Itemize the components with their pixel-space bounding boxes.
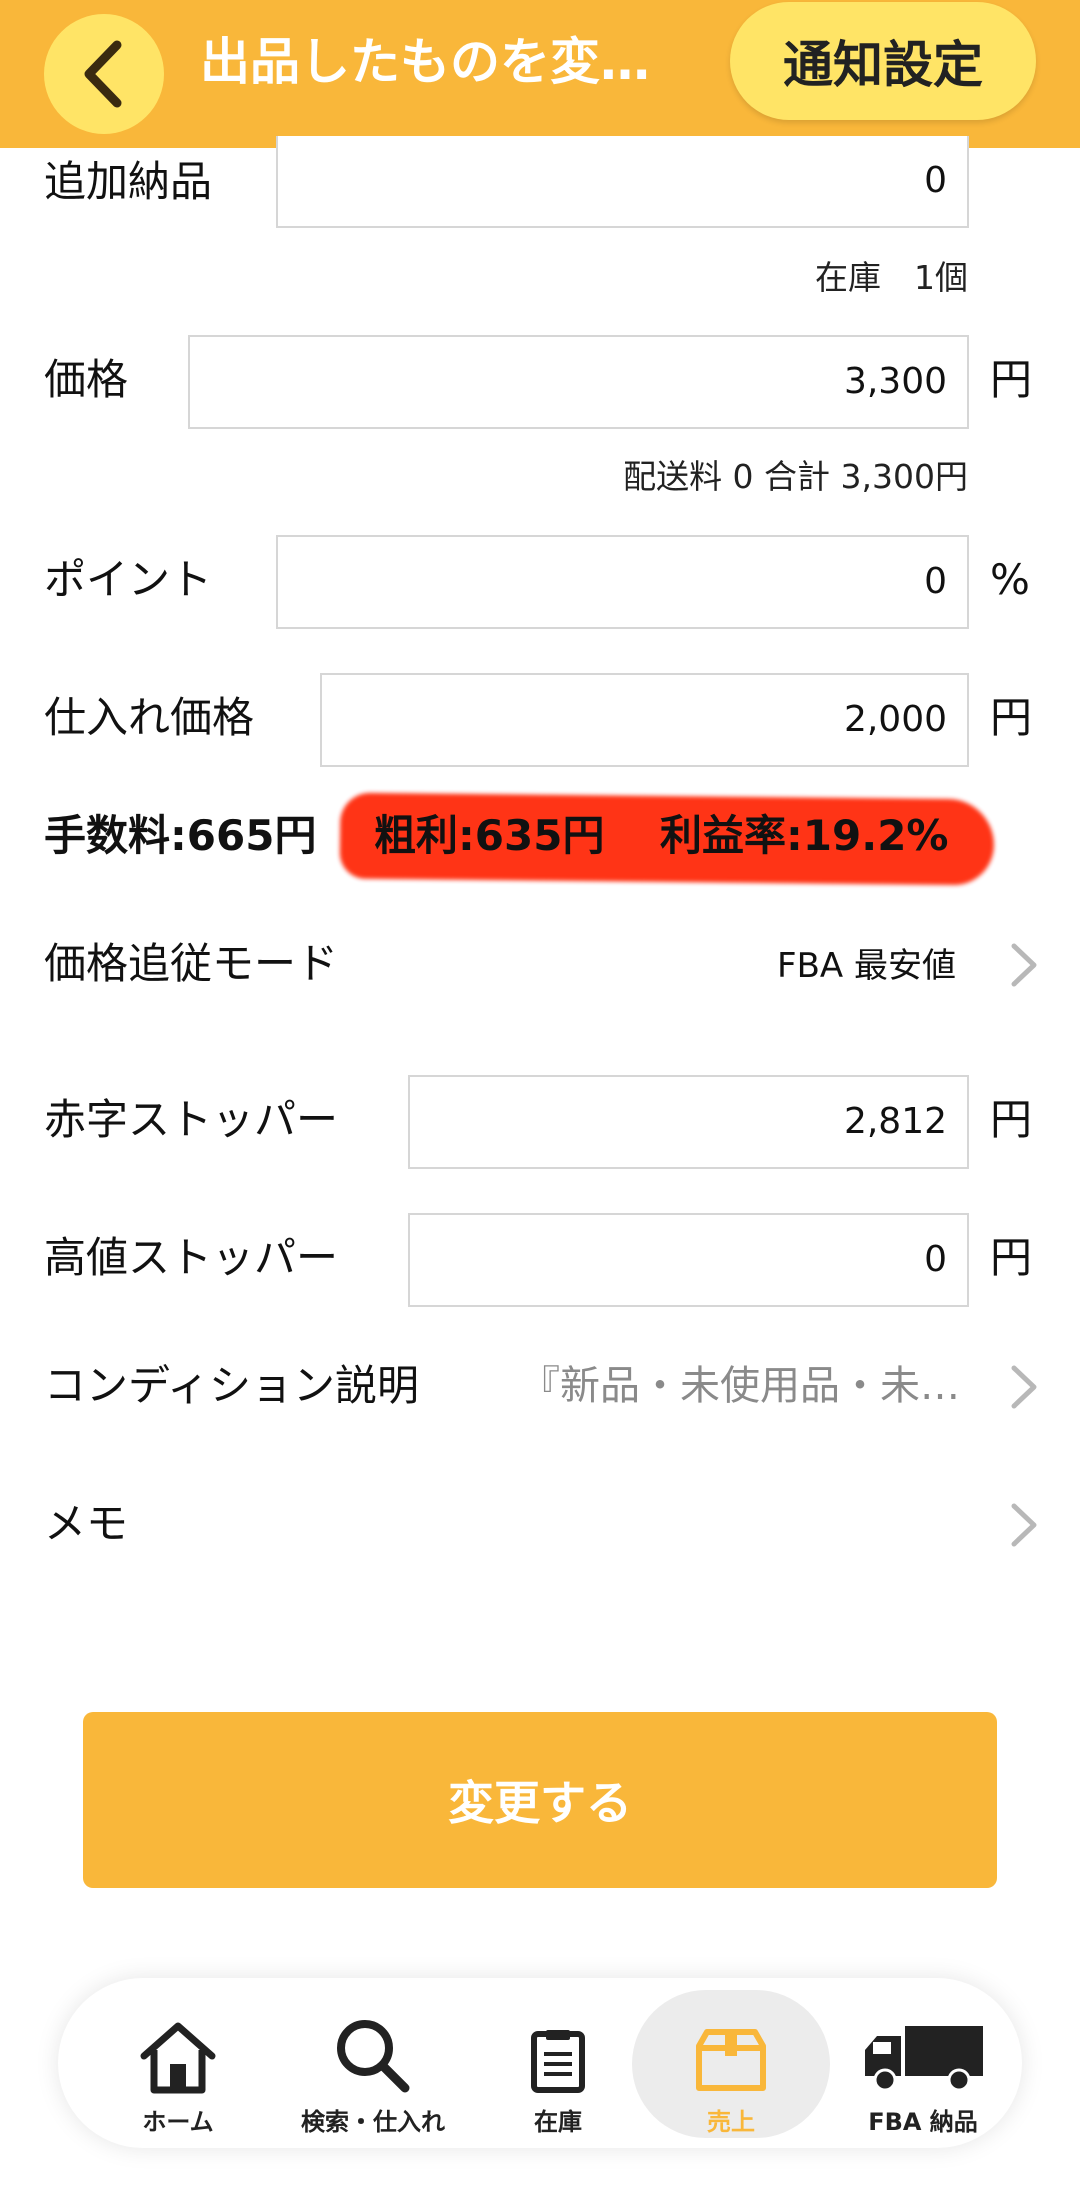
submit-change-button[interactable]: 変更する <box>83 1712 997 1888</box>
points-input[interactable]: 0 <box>276 535 969 629</box>
price-tracking-value: FBA 最安値 <box>777 946 956 986</box>
nav-fba-label: FBA 納品 <box>868 2108 978 2136</box>
price-input[interactable]: 3,300 <box>188 335 969 429</box>
condition-value: 『新品・未使用品・未… <box>520 1363 960 1409</box>
chevron-right-icon <box>1006 940 1040 990</box>
back-button[interactable] <box>44 14 164 134</box>
bottom-nav: ホーム 検索・仕入れ 在庫 売上 FBA 納品 <box>58 1978 1022 2148</box>
app-header: 出品したものを変… 通知設定 <box>0 0 1080 148</box>
purchase-price-input[interactable]: 2,000 <box>320 673 969 767</box>
nav-home[interactable]: ホーム <box>108 1978 248 2148</box>
purchase-price-unit: 円 <box>990 693 1033 742</box>
additional-delivery-input[interactable]: 0 <box>276 136 969 228</box>
page-title: 出品したものを変… <box>200 33 650 91</box>
box-icon <box>693 2008 769 2094</box>
loss-stopper-input[interactable]: 2,812 <box>408 1075 969 1169</box>
shipping-total-note: 配送料 0 合計 3,300円 <box>623 457 968 496</box>
purchase-price-label: 仕入れ価格 <box>44 693 255 742</box>
search-icon <box>333 2008 413 2094</box>
clipboard-icon <box>530 2008 586 2094</box>
nav-sales[interactable]: 売上 <box>632 1990 830 2138</box>
price-tracking-label: 価格追従モード <box>44 939 339 988</box>
high-stopper-label: 高値ストッパー <box>44 1233 339 1282</box>
profit-rate-text: 利益率:19.2% <box>660 811 949 860</box>
chevron-right-icon <box>1006 1500 1040 1550</box>
chevron-left-icon <box>84 40 122 108</box>
notification-settings-button[interactable]: 通知設定 <box>730 2 1036 120</box>
price-unit: 円 <box>990 355 1033 404</box>
loss-stopper-label: 赤字ストッパー <box>44 1095 339 1144</box>
nav-fba-delivery[interactable]: FBA 納品 <box>838 1978 1008 2148</box>
loss-stopper-unit: 円 <box>990 1095 1033 1144</box>
truck-icon <box>861 2008 985 2094</box>
home-icon <box>138 2008 218 2094</box>
high-stopper-unit: 円 <box>990 1233 1033 1282</box>
price-tracking-row[interactable]: 価格追従モード FBA 最安値 <box>0 930 1080 1000</box>
memo-label: メモ <box>44 1499 129 1548</box>
nav-home-label: ホーム <box>142 2108 214 2136</box>
chevron-right-icon <box>1006 1362 1040 1412</box>
high-stopper-input[interactable]: 0 <box>408 1213 969 1307</box>
points-unit: % <box>990 555 1030 604</box>
gross-profit-text: 粗利:635円 <box>374 811 605 860</box>
stock-count-note: 在庫 1個 <box>815 258 968 297</box>
fee-text: 手数料:665円 <box>44 811 317 860</box>
nav-stock[interactable]: 在庫 <box>498 1978 618 2148</box>
nav-search-label: 検索・仕入れ <box>301 2108 445 2136</box>
memo-row[interactable]: メモ <box>0 1490 1080 1560</box>
nav-stock-label: 在庫 <box>534 2108 582 2136</box>
nav-sales-label: 売上 <box>707 2108 755 2136</box>
price-label: 価格 <box>44 355 129 404</box>
condition-label: コンディション説明 <box>44 1361 420 1410</box>
condition-row[interactable]: コンディション説明 『新品・未使用品・未… <box>0 1352 1080 1422</box>
additional-delivery-label: 追加納品 <box>44 157 213 206</box>
nav-search[interactable]: 検索・仕入れ <box>283 1978 463 2148</box>
points-label: ポイント <box>44 555 213 604</box>
